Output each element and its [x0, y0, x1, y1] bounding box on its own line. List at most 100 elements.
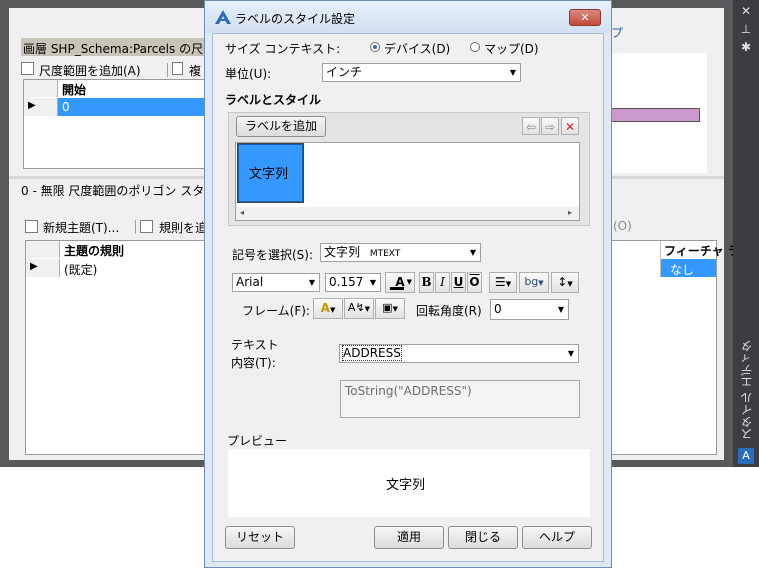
- text-color-button[interactable]: A ▼: [385, 272, 415, 293]
- align-button[interactable]: ☰▼: [489, 272, 517, 293]
- symbol-label: 記号を選択(S):: [232, 248, 314, 262]
- apply-button[interactable]: 適用: [374, 526, 444, 549]
- chevron-down-icon: ▼: [557, 305, 564, 314]
- size-value: 0.157: [329, 275, 364, 289]
- overline-button[interactable]: O: [467, 272, 482, 293]
- col-theme-rule: 主題の規則: [64, 244, 125, 258]
- size-select[interactable]: 0.157 ▼: [325, 273, 381, 292]
- dialog-titlebar: ラベルのスタイル設定 ✕: [205, 1, 611, 33]
- layer-label: 画層 SHP_Schema:Parcels の尺: [23, 42, 204, 56]
- radio-map[interactable]: [470, 42, 480, 52]
- help-button[interactable]: ヘルプ: [522, 526, 592, 549]
- col-feature: フィーチャ ラ: [664, 244, 740, 258]
- move-left-icon[interactable]: ⇦: [522, 117, 540, 135]
- new-theme-icon[interactable]: [25, 220, 38, 233]
- toolbar-divider: [135, 220, 136, 234]
- underline-button[interactable]: U: [451, 272, 466, 293]
- help-link-fragment[interactable]: プ: [611, 24, 623, 41]
- add-rule-icon[interactable]: [140, 220, 153, 233]
- horizontal-scrollbar[interactable]: ◂ ▸: [236, 207, 579, 220]
- frame-label: フレーム(F):: [242, 304, 310, 318]
- preview-label: プレビュー: [227, 434, 288, 448]
- row-pointer-icon: ▶: [28, 100, 36, 111]
- expression-field[interactable]: ToString("ADDRESS"): [340, 380, 580, 418]
- settings-icon[interactable]: ✱: [733, 40, 759, 54]
- pin-icon[interactable]: ⊥: [733, 22, 759, 36]
- zero-label: (O): [613, 219, 632, 233]
- chevron-down-icon: ▼: [364, 305, 371, 313]
- chevron-down-icon: ▼: [505, 280, 512, 288]
- rotation-value: 0: [494, 302, 502, 316]
- toolbar-divider: [167, 63, 168, 77]
- rule-value[interactable]: (既定): [64, 261, 97, 278]
- background-button[interactable]: bg▼: [519, 272, 549, 293]
- preview-text: 文字列: [386, 478, 426, 493]
- text-content-select[interactable]: ADDRESS ▼: [339, 344, 579, 363]
- bold-button[interactable]: B: [419, 272, 434, 293]
- copy-button[interactable]: 複: [189, 62, 201, 79]
- line-spacing-button[interactable]: ↕▼: [551, 272, 579, 293]
- autocad-logo: [215, 10, 231, 24]
- font-select[interactable]: Arial ▼: [232, 273, 320, 292]
- row-pointer-icon: ▶: [30, 261, 38, 272]
- chevron-down-icon: ▼: [567, 349, 574, 358]
- font-value: Arial: [236, 275, 264, 289]
- frame-border-button[interactable]: ▣▼: [375, 298, 405, 319]
- chevron-down-icon: ▼: [406, 278, 412, 286]
- row-start-value: 0: [62, 100, 70, 114]
- col-start: 開始: [62, 83, 87, 97]
- section-label: ラベルとスタイル: [225, 93, 322, 107]
- dialog-client: サイズ コンテキスト: デバイス(D) マップ(D) 単位(U): インチ ▼ …: [212, 33, 604, 562]
- radio-map-label[interactable]: マップ(D): [484, 40, 539, 57]
- dialog-title: ラベルのスタイル設定: [235, 12, 356, 26]
- radio-device-label[interactable]: デバイス(D): [384, 40, 450, 57]
- chevron-down-icon: ▼: [509, 68, 516, 77]
- label-item-text: 文字列: [249, 167, 289, 182]
- rotation-label: 回転角度(R): [416, 304, 482, 318]
- close-icon[interactable]: ✕: [733, 4, 759, 18]
- italic-button[interactable]: I: [435, 272, 450, 293]
- scroll-left-icon[interactable]: ◂: [240, 208, 244, 217]
- chevron-down-icon: ▼: [308, 278, 315, 287]
- delete-icon[interactable]: ✕: [561, 117, 579, 135]
- feature-value: なし: [670, 263, 695, 277]
- copy-icon[interactable]: [172, 62, 183, 75]
- close-button[interactable]: ✕: [569, 9, 601, 26]
- symbol-select[interactable]: 文字列 MTEXT ▼: [320, 243, 481, 262]
- close-dialog-button[interactable]: 閉じる: [448, 526, 518, 549]
- add-label-button[interactable]: ラベルを追加: [236, 116, 326, 137]
- add-scale-range-button[interactable]: 尺度範囲を追加(A): [39, 62, 141, 79]
- grid-corner: [24, 80, 58, 97]
- symbol-value: 文字列: [324, 245, 361, 259]
- unit-select[interactable]: インチ ▼: [322, 63, 521, 82]
- add-rule-button[interactable]: 規則を追: [159, 219, 207, 236]
- scroll-right-icon[interactable]: ▸: [568, 208, 572, 217]
- reset-button[interactable]: リセット: [225, 526, 295, 549]
- chevron-down-icon: ▼: [567, 280, 573, 288]
- mid-label: 0 - 無限 尺度範囲のポリゴン スタ: [21, 184, 205, 198]
- add-scale-range-icon[interactable]: [21, 62, 34, 75]
- chevron-down-icon: ▼: [392, 305, 398, 313]
- chevron-down-icon: ▼: [329, 306, 336, 314]
- text-content-label-2: 内容(T):: [231, 356, 276, 370]
- grid-corner: [26, 241, 60, 258]
- radio-device[interactable]: [370, 42, 380, 52]
- text-content-label-1: テキスト: [231, 338, 279, 352]
- text-content-value: ADDRESS: [342, 345, 402, 361]
- chevron-down-icon: ▼: [369, 278, 376, 287]
- chevron-down-icon: ▼: [469, 248, 476, 257]
- palette-title: スタイル エディタ: [740, 340, 754, 440]
- rotation-select[interactable]: 0 ▼: [490, 299, 569, 320]
- symbol-type: MTEXT: [369, 249, 401, 259]
- chevron-down-icon: ▼: [538, 279, 544, 287]
- new-theme-button[interactable]: 新規主題(T)...: [43, 219, 119, 236]
- label-style-dialog: ラベルのスタイル設定 ✕ サイズ コンテキスト: デバイス(D) マップ(D) …: [204, 0, 612, 568]
- frame-style-button[interactable]: A↯▼: [344, 298, 374, 319]
- unit-label: 単位(U):: [225, 67, 272, 81]
- bg-label: bg: [524, 275, 539, 288]
- frame-fill-button[interactable]: A▼: [313, 298, 343, 319]
- size-context-label: サイズ コンテキスト:: [225, 42, 341, 56]
- autocad-logo: A: [738, 448, 754, 464]
- selected-row[interactable]: [58, 98, 204, 116]
- move-right-icon[interactable]: ⇨: [541, 117, 559, 135]
